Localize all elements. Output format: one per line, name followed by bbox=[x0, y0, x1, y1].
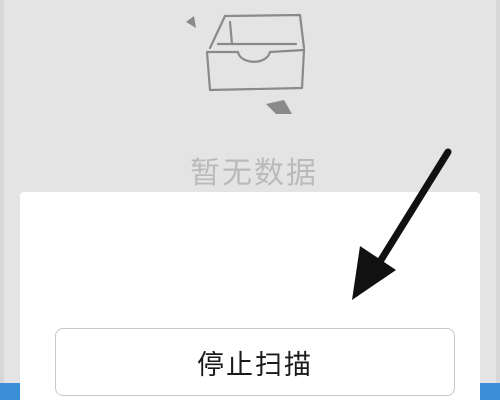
empty-state-text: 暂无数据 bbox=[190, 156, 318, 191]
screen: 暂无数据 停止扫描 bbox=[0, 0, 500, 400]
bottom-accent-left bbox=[0, 383, 20, 400]
bottom-accent-right bbox=[480, 383, 500, 400]
empty-state: 暂无数据 bbox=[0, 0, 500, 191]
stop-scan-button[interactable]: 停止扫描 bbox=[55, 328, 455, 396]
empty-inbox-tray-icon bbox=[186, 13, 306, 114]
